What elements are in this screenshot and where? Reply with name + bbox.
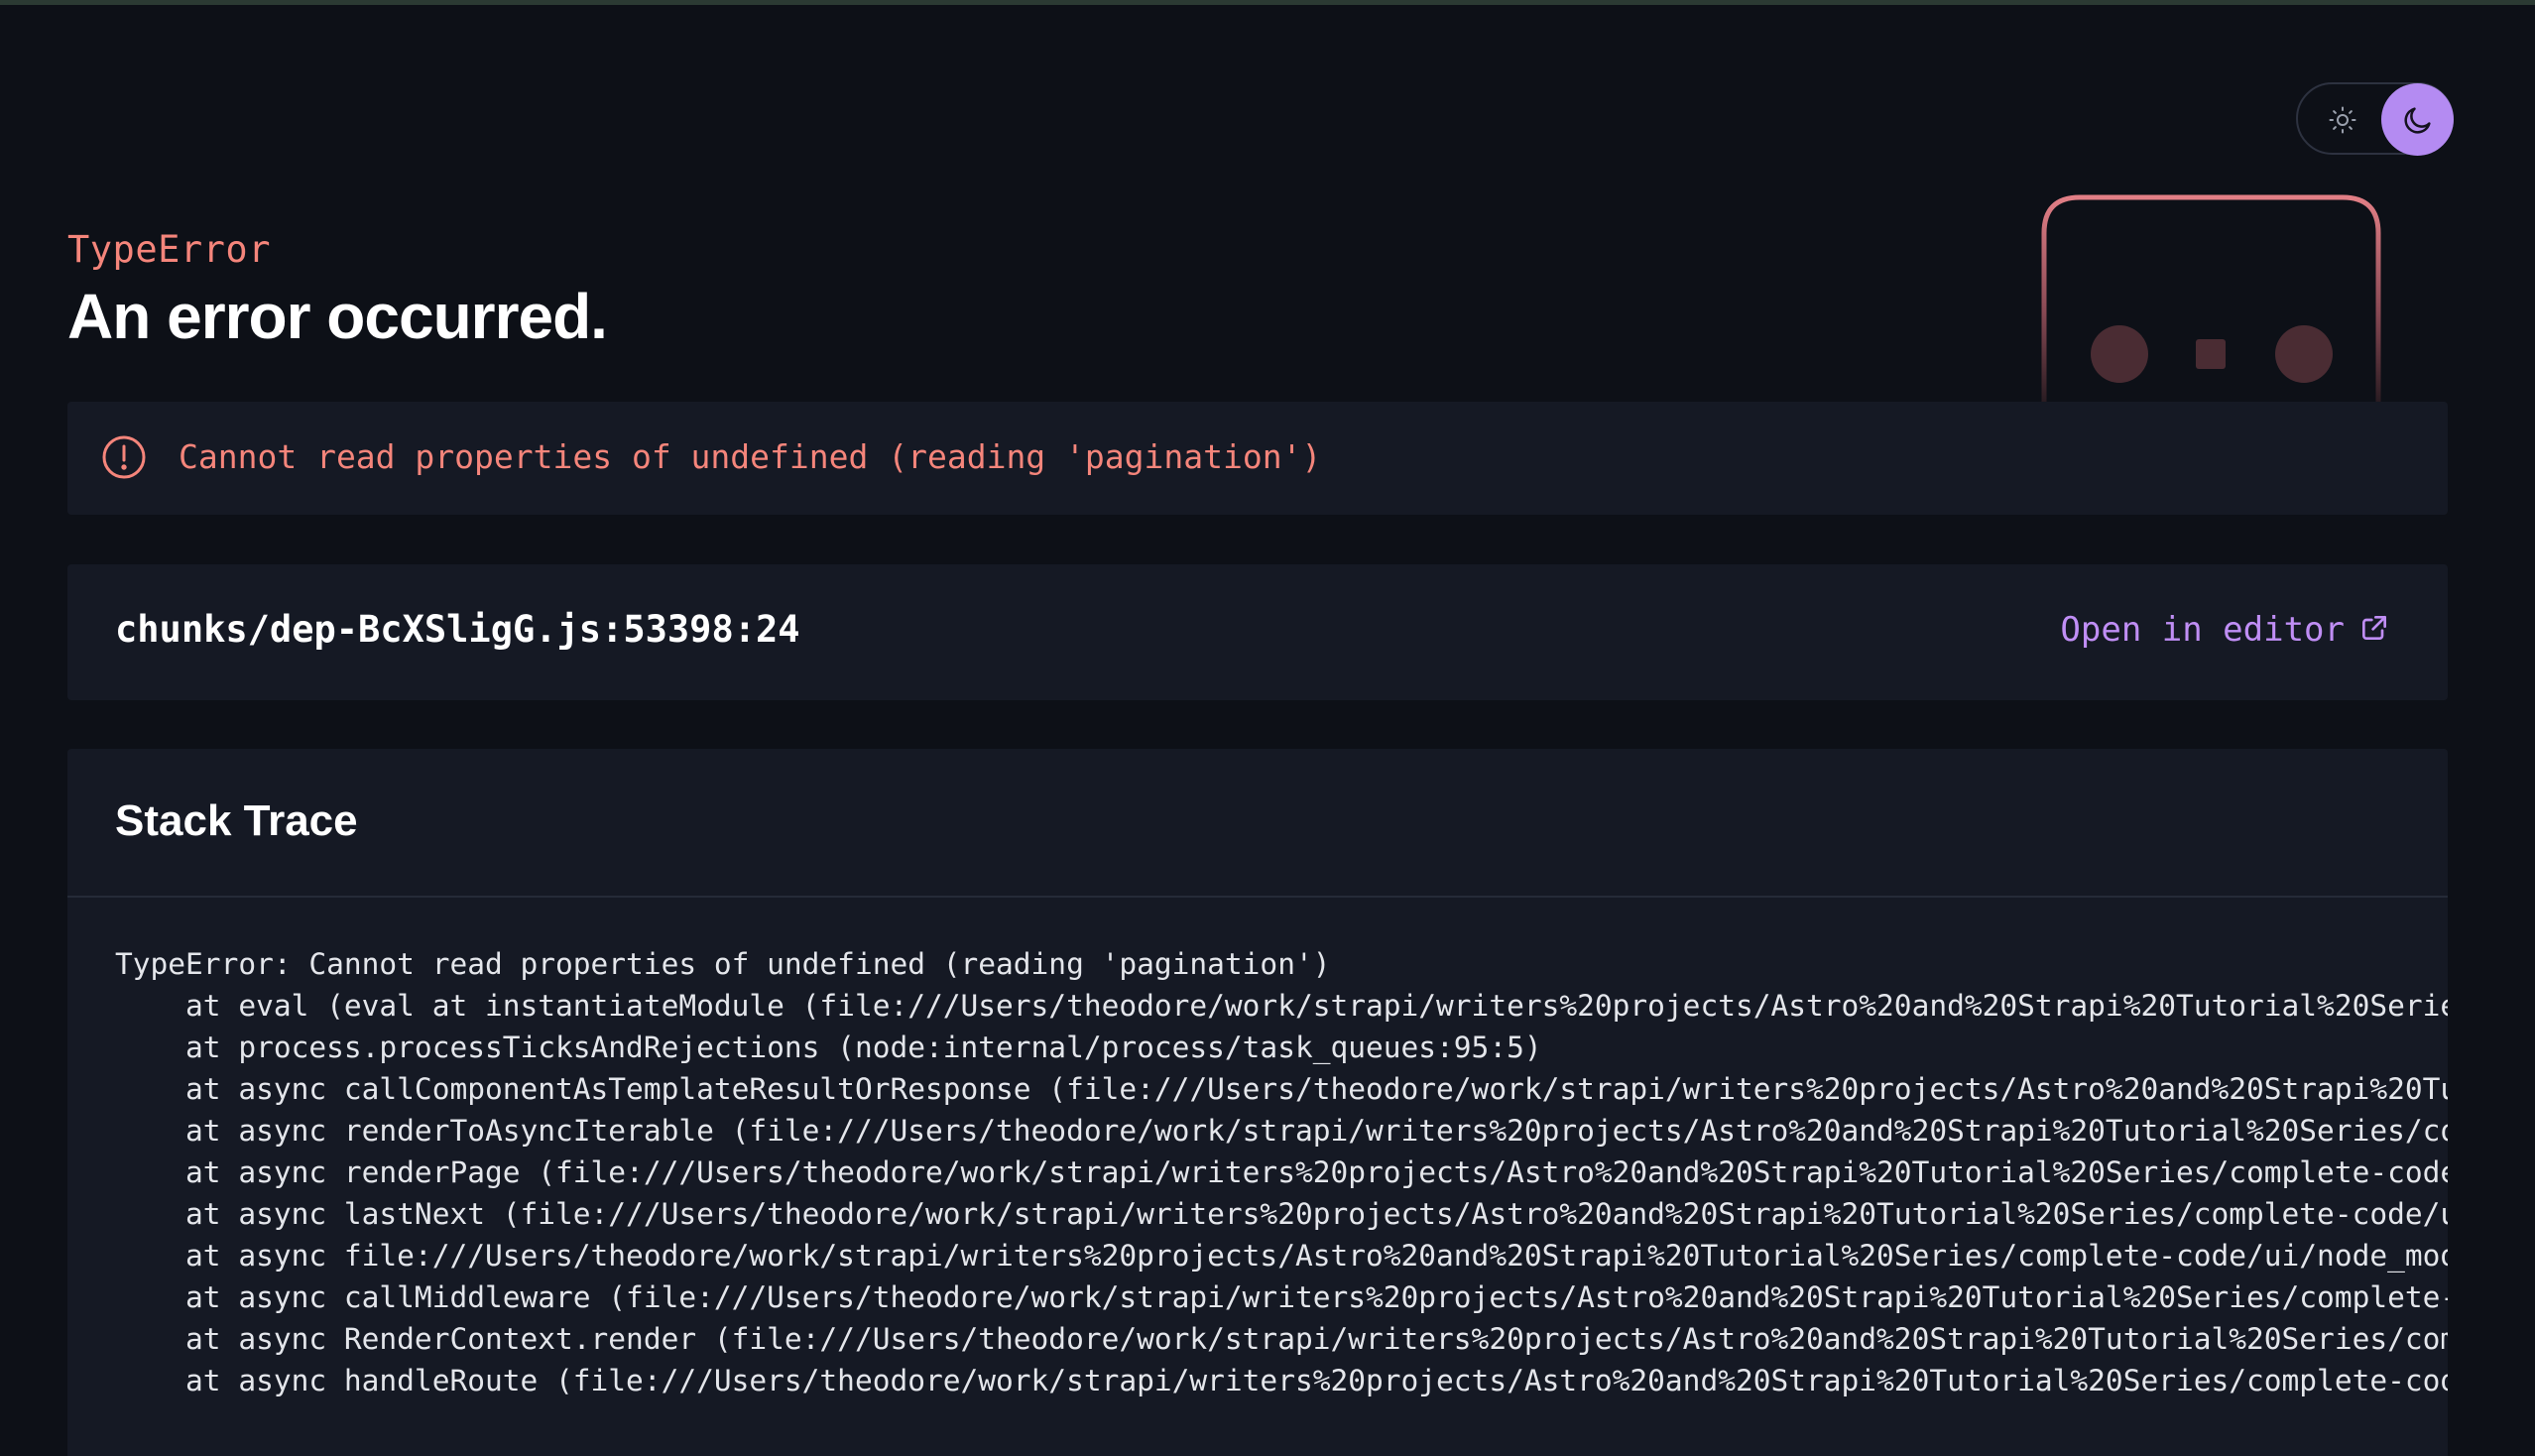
error-type: TypeError (67, 228, 271, 271)
file-location: chunks/dep-BcXSligG.js:53398:24 (115, 608, 800, 651)
divider (67, 896, 2448, 898)
houston-robot-illustration (2040, 193, 2382, 402)
error-location-card: chunks/dep-BcXSligG.js:53398:24 Open in … (67, 564, 2448, 700)
stack-line: at async renderPage (file:///Users/theod… (115, 1155, 2448, 1189)
page-title: An error occurred. (67, 281, 608, 352)
stack-trace-card: Stack Trace TypeError: Cannot read prope… (67, 749, 2448, 1456)
theme-toggle[interactable] (2296, 82, 2454, 156)
stack-line: at async renderToAsyncIterable (file:///… (115, 1114, 2448, 1148)
stack-line: TypeError: Cannot read properties of und… (115, 947, 1331, 981)
stack-line: at async handleRoute (file:///Users/theo… (115, 1364, 2448, 1397)
top-border (0, 0, 2535, 5)
stack-line: at async file:///Users/theodore/work/str… (115, 1239, 2448, 1273)
stack-line: at async lastNext (file:///Users/theodor… (115, 1197, 2448, 1231)
stack-line: at async callComponentAsTemplateResultOr… (115, 1072, 2448, 1106)
stack-line: at async RenderContext.render (file:///U… (115, 1322, 2448, 1356)
external-link-icon[interactable] (2358, 612, 2390, 649)
stack-trace-body: TypeError: Cannot read properties of und… (115, 943, 2448, 1401)
stack-line: at async callMiddleware (file:///Users/t… (115, 1280, 2448, 1314)
open-in-editor-link[interactable]: Open in editor (2060, 610, 2390, 650)
alert-circle-icon (101, 434, 147, 480)
stack-line: at process.processTicksAndRejections (no… (115, 1031, 1542, 1064)
sun-icon[interactable] (2328, 105, 2357, 135)
stack-line: at eval (eval at instantiateModule (file… (115, 989, 2448, 1023)
open-in-editor-label[interactable]: Open in editor (2060, 610, 2345, 650)
stack-trace-title: Stack Trace (115, 796, 358, 845)
moon-icon[interactable] (2381, 83, 2454, 156)
error-message-card: Cannot read properties of undefined (rea… (67, 402, 2448, 515)
error-message: Cannot read properties of undefined (rea… (179, 437, 1322, 476)
